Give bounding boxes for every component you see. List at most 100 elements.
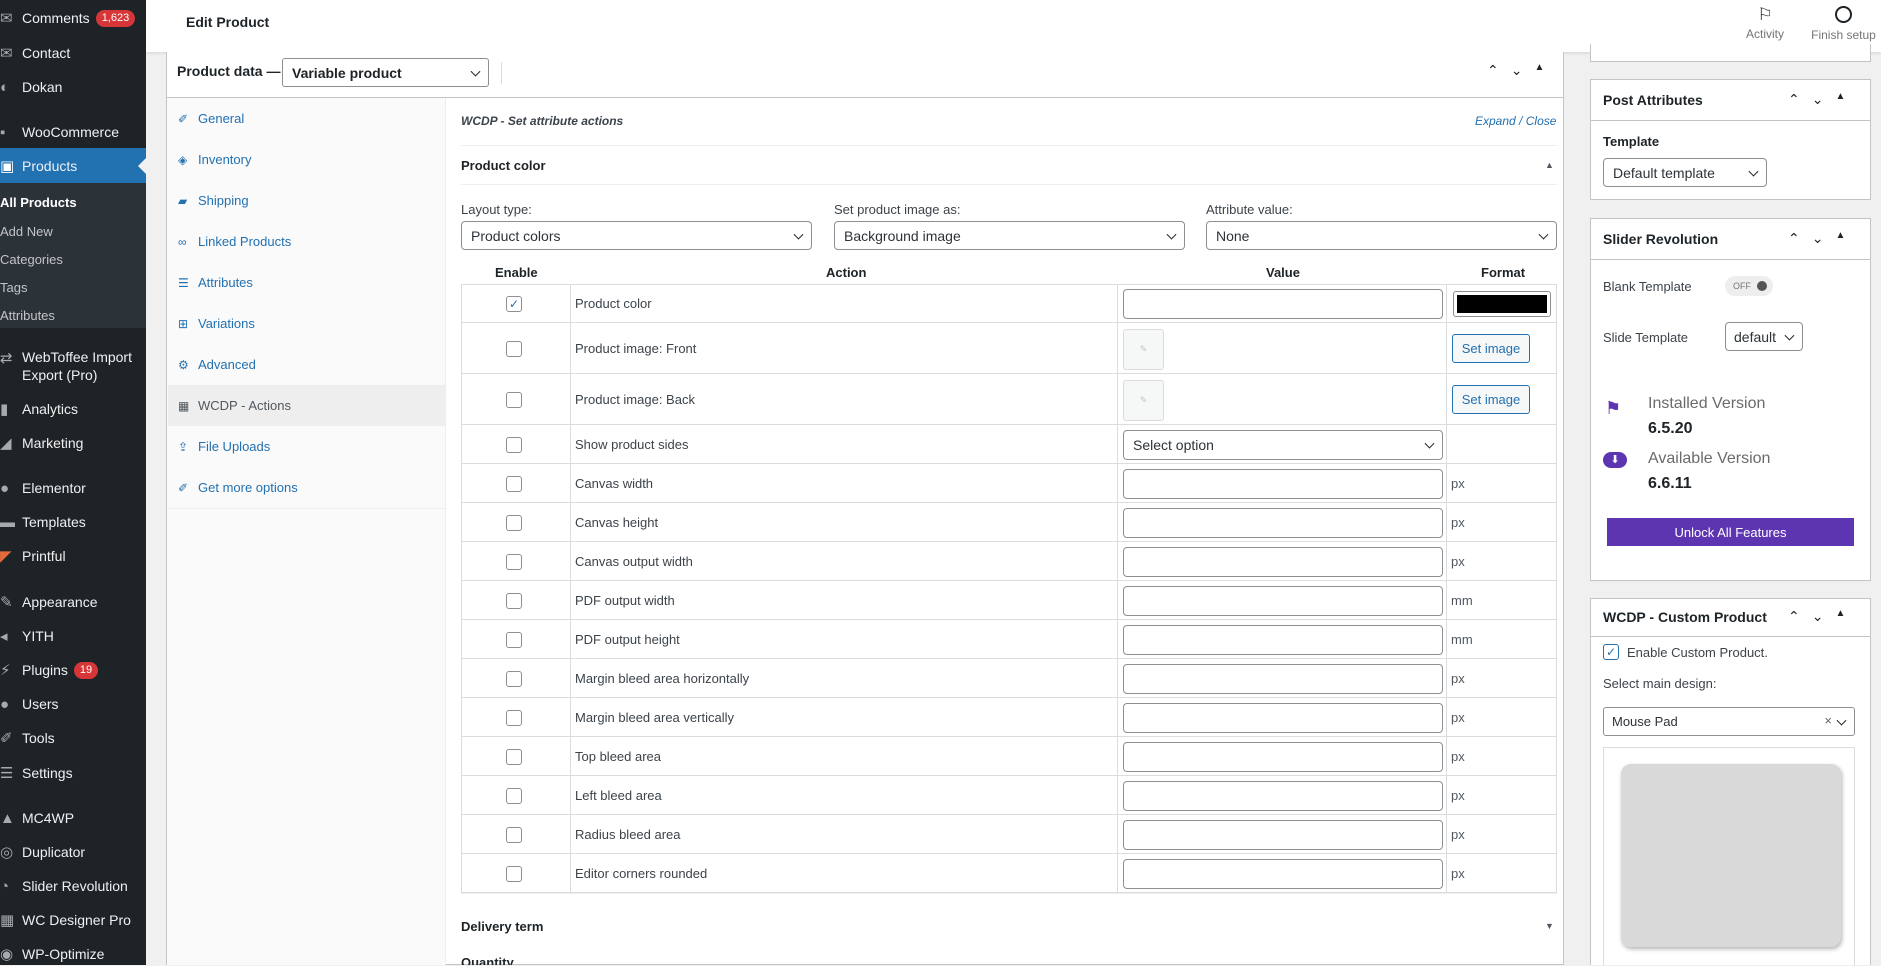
enable-checkbox[interactable] — [506, 670, 522, 687]
enable-checkbox[interactable] — [506, 787, 522, 804]
chevron-up-icon[interactable]: ⌃ — [1788, 91, 1800, 108]
menu-templates[interactable]: ▬ Templates — [0, 512, 146, 532]
menu-duplicator[interactable]: ◎ Duplicator — [0, 842, 146, 862]
product-type-select[interactable]: Variable product — [282, 58, 489, 87]
value-input[interactable] — [1123, 819, 1443, 850]
enable-checkbox[interactable] — [506, 865, 522, 882]
section-quantity[interactable]: Quantity — [461, 955, 514, 965]
value-input[interactable] — [1123, 546, 1443, 577]
menu-settings[interactable]: ☰ Settings — [0, 763, 146, 783]
value-input[interactable] — [1123, 624, 1443, 655]
menu-wp-optimize[interactable]: ◉ WP-Optimize — [0, 944, 146, 964]
collapse-triangle-icon[interactable]: ▲ — [1545, 160, 1554, 170]
enable-checkbox[interactable] — [506, 748, 522, 765]
menu-woocommerce[interactable]: ▪ WooCommerce — [0, 122, 146, 142]
enable-checkbox[interactable] — [506, 592, 522, 609]
template-select[interactable]: Default template — [1603, 158, 1767, 187]
enable-checkbox[interactable] — [506, 631, 522, 648]
set-image-as-select[interactable]: Background image — [834, 221, 1185, 250]
enable-checkbox[interactable] — [506, 514, 522, 531]
menu-plugins[interactable]: ⚡ Plugins 19 — [0, 660, 146, 680]
chevron-up-icon[interactable]: ⌃ — [1788, 230, 1800, 247]
unlock-all-features-button[interactable]: Unlock All Features — [1607, 518, 1854, 546]
enable-checkbox[interactable] — [506, 436, 522, 453]
menu-users[interactable]: ● Users — [0, 694, 146, 714]
menu-webtoffee[interactable]: ⇄ WebToffee Import Export (Pro) — [0, 348, 146, 384]
menu-tools[interactable]: ✐ Tools — [0, 728, 146, 748]
menu-appearance[interactable]: ✎ Appearance — [0, 592, 146, 612]
tab-linked-products[interactable]: ∞ Linked Products — [168, 221, 446, 262]
menu-yith[interactable]: ◂ YITH — [0, 626, 146, 646]
section-delivery-term[interactable]: Delivery term — [461, 919, 543, 934]
enable-checkbox[interactable]: ✓ — [506, 295, 522, 312]
enable-checkbox[interactable] — [506, 391, 522, 408]
finish-setup-button[interactable]: Finish setup — [1806, 5, 1881, 42]
value-input[interactable] — [1123, 507, 1443, 538]
chevron-down-icon[interactable]: ⌄ — [1511, 62, 1523, 79]
set-image-button[interactable]: Set image — [1452, 333, 1530, 363]
tab-inventory[interactable]: ◈ Inventory — [168, 139, 446, 180]
value-input[interactable] — [1123, 288, 1443, 319]
chevron-down-icon[interactable]: ⌄ — [1812, 608, 1824, 625]
submenu-all-products[interactable]: All Products — [0, 195, 77, 210]
menu-comments[interactable]: ✉ Comments 1,623 — [0, 8, 146, 28]
set-image-button[interactable]: Set image — [1452, 384, 1530, 414]
value-input[interactable] — [1123, 741, 1443, 772]
color-swatch[interactable] — [1453, 290, 1551, 317]
menu-products[interactable]: ▣ Products — [0, 148, 146, 184]
collapse-triangle-icon[interactable]: ▲ — [1835, 91, 1845, 108]
enable-checkbox[interactable] — [506, 553, 522, 570]
expand-triangle-icon[interactable]: ▼ — [1545, 921, 1554, 931]
menu-contact[interactable]: ✉ Contact — [0, 43, 146, 63]
image-placeholder-icon[interactable]: ✎ — [1123, 328, 1164, 370]
value-input[interactable] — [1123, 585, 1443, 616]
menu-mc4wp[interactable]: ▲ MC4WP — [0, 808, 146, 828]
submenu-categories[interactable]: Categories — [0, 252, 63, 267]
enable-checkbox[interactable] — [506, 340, 522, 357]
expand-link[interactable]: Expand — [1475, 114, 1516, 128]
menu-slider-revolution[interactable]: ◔ Slider Revolution — [0, 876, 146, 896]
section-product-color[interactable]: Product color — [461, 158, 546, 173]
collapse-triangle-icon[interactable]: ▲ — [1534, 62, 1544, 79]
enable-checkbox[interactable] — [506, 826, 522, 843]
tab-variations[interactable]: ⊞ Variations — [168, 303, 446, 344]
submenu-tags[interactable]: Tags — [0, 280, 27, 295]
main-design-select[interactable]: Mouse Pad × — [1603, 707, 1855, 736]
value-input[interactable] — [1123, 780, 1443, 811]
enable-checkbox[interactable] — [506, 475, 522, 492]
enable-custom-product-checkbox[interactable]: ✓ — [1603, 644, 1619, 660]
menu-wc-designer[interactable]: ▦ WC Designer Pro — [0, 910, 146, 930]
tab-shipping[interactable]: ▰ Shipping — [168, 180, 446, 221]
attribute-value-select[interactable]: None — [1206, 221, 1557, 250]
chevron-up-icon[interactable]: ⌃ — [1788, 608, 1800, 625]
value-input[interactable] — [1123, 702, 1443, 733]
enable-checkbox[interactable] — [506, 709, 522, 726]
menu-analytics[interactable]: ▮ Analytics — [0, 399, 146, 419]
menu-dokan[interactable]: ◐ Dokan — [0, 77, 146, 97]
tab-get-more-options[interactable]: ✐ Get more options — [168, 467, 446, 508]
image-placeholder-icon[interactable]: ✎ — [1123, 379, 1164, 421]
tab-file-uploads[interactable]: ⇪ File Uploads — [168, 426, 446, 467]
tab-wcdp-actions[interactable]: ▦ WCDP - Actions — [168, 385, 446, 426]
chevron-down-icon[interactable]: ⌄ — [1812, 91, 1824, 108]
menu-elementor[interactable]: ● Elementor — [0, 478, 146, 498]
show-sides-select[interactable]: Select option — [1123, 429, 1443, 460]
collapse-triangle-icon[interactable]: ▲ — [1835, 608, 1845, 625]
slide-template-select[interactable]: default — [1725, 322, 1803, 351]
blank-template-toggle[interactable]: OFF — [1725, 276, 1773, 296]
tab-attributes[interactable]: ☰ Attributes — [168, 262, 446, 303]
layout-type-select[interactable]: Product colors — [461, 221, 812, 250]
activity-button[interactable]: ⚐ Activity — [1735, 5, 1795, 41]
clear-icon[interactable]: × — [1824, 713, 1832, 728]
collapse-triangle-icon[interactable]: ▲ — [1835, 230, 1845, 247]
tab-general[interactable]: ✐ General — [168, 98, 446, 139]
chevron-down-icon[interactable]: ⌄ — [1812, 230, 1824, 247]
value-input[interactable] — [1123, 858, 1443, 889]
value-input[interactable] — [1123, 663, 1443, 694]
close-link[interactable]: Close — [1526, 114, 1557, 128]
menu-marketing[interactable]: ◢ Marketing — [0, 433, 146, 453]
submenu-attributes[interactable]: Attributes — [0, 308, 55, 323]
submenu-add-new[interactable]: Add New — [0, 224, 53, 239]
value-input[interactable] — [1123, 468, 1443, 499]
chevron-up-icon[interactable]: ⌃ — [1487, 62, 1499, 79]
